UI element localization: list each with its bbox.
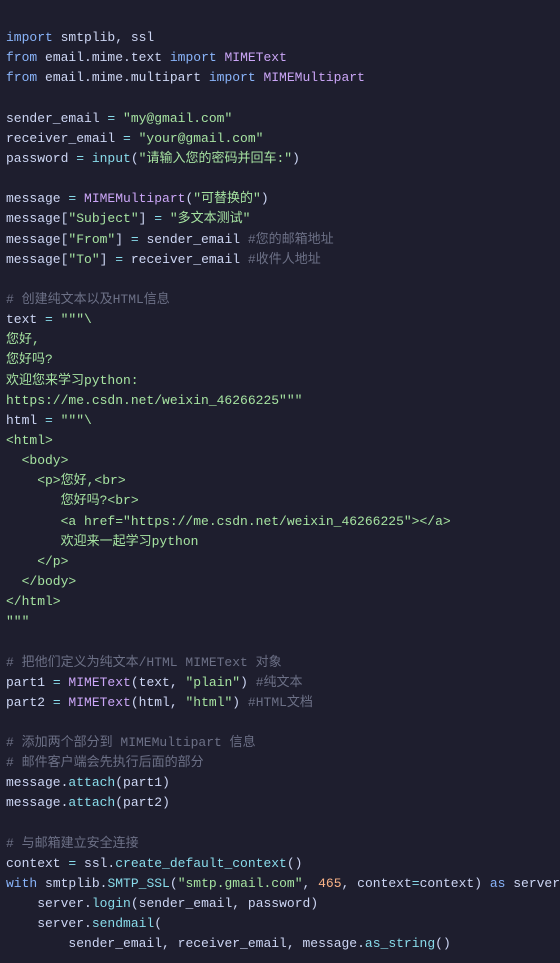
code-editor: import smtplib, ssl from email.mime.text… <box>6 8 554 955</box>
